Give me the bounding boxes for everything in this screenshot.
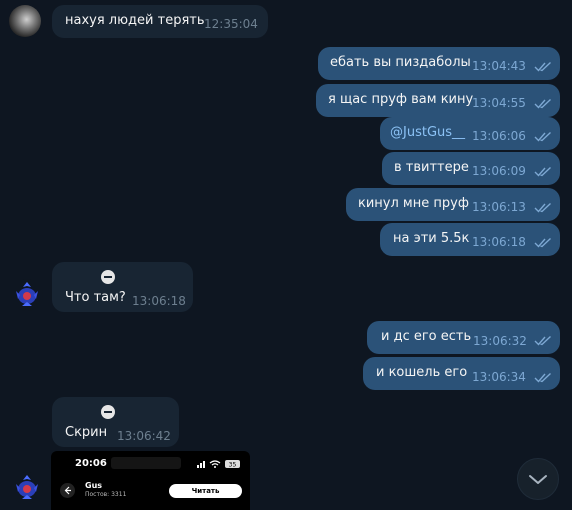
double-check-icon <box>534 98 551 109</box>
message-text: и дс его есть <box>381 329 472 344</box>
double-check-icon <box>534 131 551 142</box>
message-bubble[interactable]: ебать вы пиздаболы 13:04:43 <box>318 47 560 80</box>
blurred-region <box>111 457 181 469</box>
message-time: 13:06:06 <box>472 129 526 143</box>
message-text: в твиттере <box>394 160 469 175</box>
minus-circle-icon <box>101 405 115 419</box>
double-check-icon <box>534 372 551 383</box>
message-text: на эти 5.5к <box>393 231 470 246</box>
message-text: ебать вы пиздаболы <box>330 55 471 70</box>
message-bubble[interactable]: Что там? 13:06:18 <box>52 262 193 312</box>
chat-history[interactable]: нахуя людей терять 12:35:04 ебать вы пиз… <box>0 0 572 510</box>
message-bubble[interactable]: на эти 5.5к 13:06:18 <box>380 223 560 256</box>
message-time: 13:06:34 <box>472 370 526 384</box>
message-time: 13:06:13 <box>472 200 526 214</box>
message-time: 13:04:43 <box>472 59 526 73</box>
message-bubble[interactable]: и кошель его 13:06:34 <box>363 357 560 390</box>
message-text: и кошель его <box>376 365 468 380</box>
mention-link[interactable]: @JustGus__ <box>390 125 465 140</box>
image-attachment[interactable]: 20:06 35 Gus Постов: 3311 Читать <box>51 451 250 510</box>
message-bubble[interactable]: нахуя людей терять 12:35:04 <box>52 5 268 38</box>
double-check-icon <box>534 202 551 213</box>
message-time: 12:35:04 <box>204 17 258 31</box>
message-text: нахуя людей терять <box>65 13 205 28</box>
phone-status-icons: 35 <box>197 460 240 469</box>
message-bubble[interactable]: кинул мне пруф 13:06:13 <box>346 188 560 221</box>
message-bubble[interactable]: я щас пруф вам кину 13:04:55 <box>316 84 560 117</box>
message-time: 13:06:18 <box>132 294 186 308</box>
chevron-down-icon <box>529 475 547 484</box>
message-time: 13:06:09 <box>472 164 526 178</box>
bot-emblem-icon <box>16 282 38 306</box>
avatar[interactable] <box>11 472 43 504</box>
double-check-icon <box>534 166 551 177</box>
message-text: кинул мне пруф <box>358 196 469 211</box>
read-button: Читать <box>169 484 242 498</box>
minus-circle-icon <box>101 270 115 284</box>
back-arrow-icon <box>60 483 75 498</box>
avatar[interactable] <box>9 5 41 37</box>
scroll-down-button[interactable] <box>517 458 559 500</box>
svg-text:35: 35 <box>229 462 237 469</box>
message-bubble[interactable]: Скрин 13:06:42 <box>52 397 179 447</box>
message-time: 13:06:42 <box>117 429 171 443</box>
message-time: 13:06:32 <box>473 334 527 348</box>
channel-subtitle: Постов: 3311 <box>85 491 127 498</box>
phone-clock: 20:06 <box>75 458 107 469</box>
double-check-icon <box>534 61 551 72</box>
bot-emblem-icon <box>16 475 38 499</box>
message-bubble[interactable]: и дс его есть 13:06:32 <box>367 321 560 354</box>
message-bubble[interactable]: в твиттере 13:06:09 <box>382 152 560 185</box>
avatar[interactable] <box>11 279 43 311</box>
message-text: Скрин <box>65 425 108 440</box>
channel-name: Gus <box>85 481 103 490</box>
message-time: 13:04:55 <box>472 96 526 110</box>
message-time: 13:06:18 <box>472 235 526 249</box>
message-text: Что там? <box>65 290 126 305</box>
double-check-icon <box>534 335 551 346</box>
message-bubble[interactable]: @JustGus__ 13:06:06 <box>380 117 560 150</box>
message-text: я щас пруф вам кину <box>328 92 474 107</box>
double-check-icon <box>534 237 551 248</box>
